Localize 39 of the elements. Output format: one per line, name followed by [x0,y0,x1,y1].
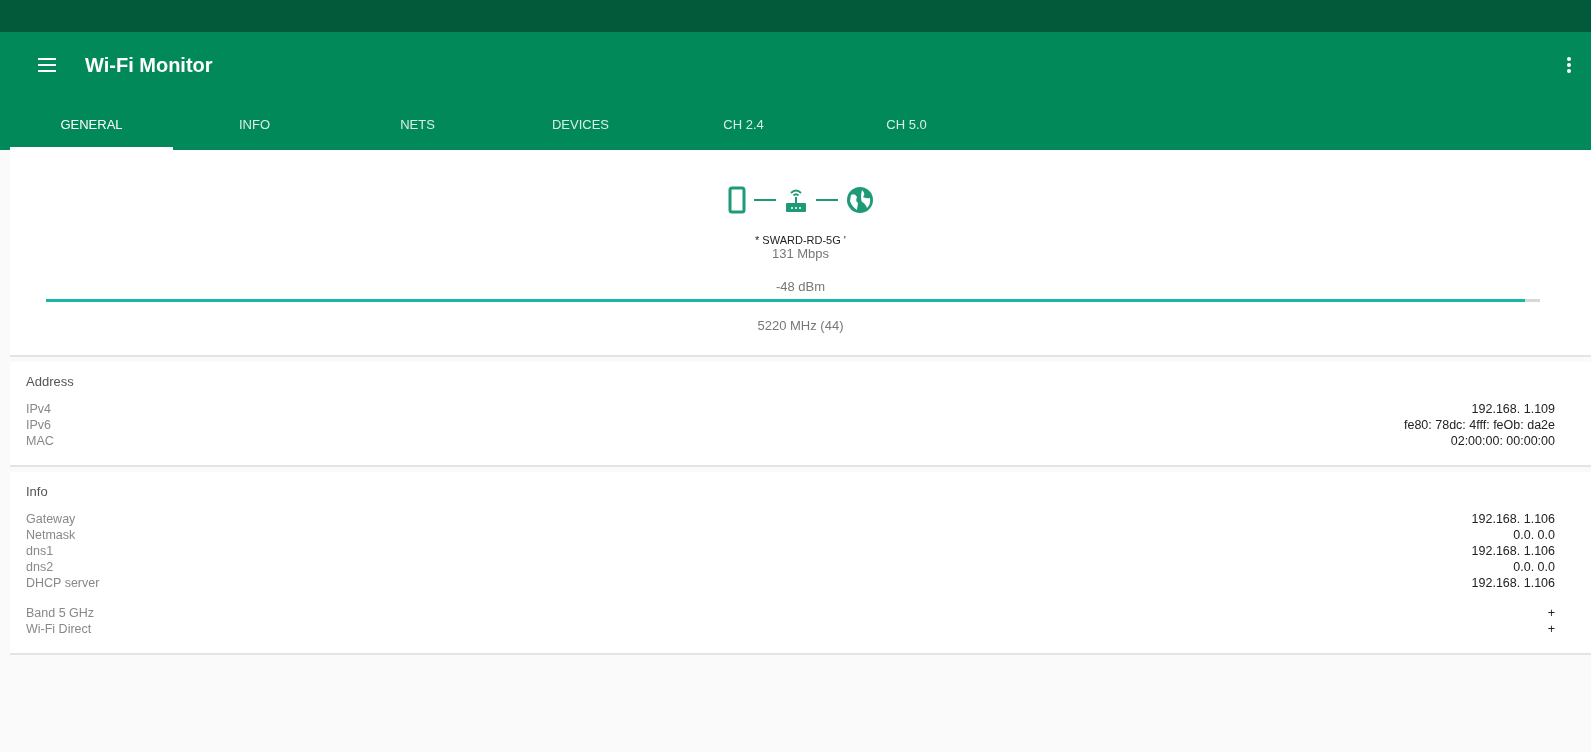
phone-icon [727,186,746,214]
signal-reading: -48 dBm [775,279,826,294]
tab[interactable]: NETS [336,98,499,150]
field-value: 192.168. 1.109 [1471,401,1555,417]
tab[interactable]: CH 2.4 [662,98,825,150]
tab[interactable]: CH 5.0 [825,98,988,150]
connection-line [753,198,776,202]
field-label: Gateway [26,511,76,527]
field-label: Netmask [26,527,76,543]
field-value: 192.168. 1.106 [1471,543,1555,559]
link-speed: 131 Mbps [771,246,830,261]
network-name: * SWARD-RD-5G ' [755,234,846,246]
field-value: 192.168. 1.106 [1471,575,1555,591]
field-label: DHCP server [26,575,100,591]
tab[interactable]: INFO [173,98,336,150]
field-value: + [1547,605,1555,621]
menu-icon[interactable] [38,58,56,72]
field-label: Band 5 GHz [26,605,95,621]
field-value: 192.168. 1.106 [1471,511,1555,527]
more-options-icon[interactable] [1567,57,1571,73]
connection-line [815,198,838,202]
field-label: Wi-Fi Direct [26,621,92,637]
field-value: 02:00:00: 00:00:00 [1450,433,1555,449]
field-label: dns1 [26,543,54,559]
section-title: Address [26,374,75,389]
field-label: MAC [26,433,54,449]
field-value: 0.0. 0.0 [1513,559,1555,575]
field-value: fe80: 78dc: 4fff: feOb: da2e [1403,417,1555,433]
app-title: Wi-Fi Monitor [85,53,213,77]
field-label: IPv4 [26,401,51,417]
field-label: IPv6 [26,417,51,433]
globe-icon [845,186,874,214]
frequency-channel: 5220 MHz (44) [757,318,844,333]
field-label: dns2 [26,559,54,575]
field-value: 0.0. 0.0 [1513,527,1555,543]
router-icon [783,187,808,213]
section-title: Info [26,484,49,499]
tab[interactable]: DEVICES [499,98,662,150]
field-value: + [1547,621,1555,637]
